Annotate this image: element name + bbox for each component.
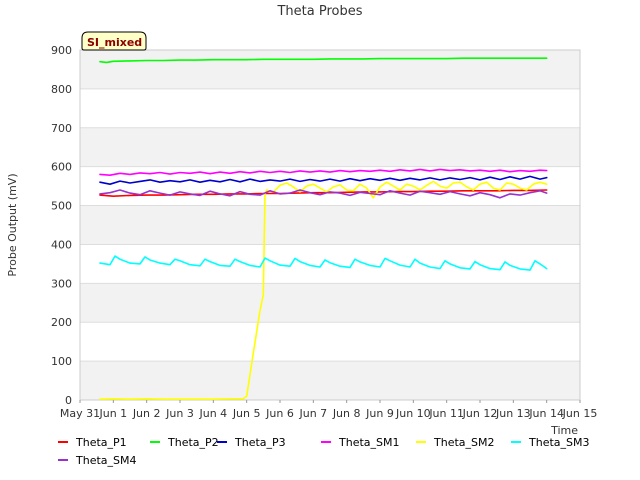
legend-item: Theta_P2 <box>150 436 219 449</box>
x-tick-label: Jun 3 <box>165 407 194 420</box>
legend-label: Theta_P1 <box>75 436 127 449</box>
legend-item: Theta_SM4 <box>58 454 136 467</box>
y-tick-label: 300 <box>51 277 72 290</box>
x-tick-label: Jun 13 <box>495 407 531 420</box>
plot-band <box>80 205 580 245</box>
x-tick-label: Jun 15 <box>562 407 598 420</box>
plot-band <box>80 244 580 284</box>
legend-item: Theta_SM3 <box>511 436 589 449</box>
x-tick-label: Jun 5 <box>232 407 261 420</box>
x-tick-label: Jun 14 <box>528 407 564 420</box>
y-tick-label: 200 <box>51 316 72 329</box>
y-tick-label: 800 <box>51 83 72 96</box>
x-tick-label: Jun 9 <box>365 407 394 420</box>
y-tick-label: 100 <box>51 355 72 368</box>
x-axis: May 31 Jun 1 Jun 2 Jun 3 Jun 4 Jun 5 Jun 6 Jun … <box>60 400 597 420</box>
plot-band <box>80 50 580 89</box>
y-tick-label: 500 <box>51 200 72 213</box>
x-tick-label: Jun 7 <box>298 407 327 420</box>
chart-title: Theta Probes <box>276 4 362 19</box>
legend-label: Theta_SM2 <box>433 436 494 449</box>
x-tick-label: Jun 10 <box>395 407 431 420</box>
y-tick-label: 700 <box>51 122 72 135</box>
legend-item: Theta_SM1 <box>321 436 399 449</box>
y-tick-label: 0 <box>65 394 72 407</box>
legend-item: Theta_P3 <box>217 436 286 449</box>
legend-label: Theta_SM1 <box>338 436 399 449</box>
x-tick-label: Jun 12 <box>462 407 498 420</box>
y-axis: 0 100 200 300 400 500 600 700 800 900 <box>51 44 72 407</box>
legend-item: Theta_P1 <box>58 436 127 449</box>
legend: Theta_P1 Theta_P2 Theta_P3 Theta_SM1 Theta_S… <box>58 436 589 467</box>
y-axis-label: Probe Output (mV) <box>6 173 19 276</box>
plot-band <box>80 88 580 128</box>
x-tick-label: Jun 1 <box>98 407 127 420</box>
legend-label: Theta_P2 <box>167 436 219 449</box>
x-tick-label: Jun 6 <box>265 407 294 420</box>
badge: SI_mixed <box>81 31 147 51</box>
x-tick-label: May 31 <box>60 407 100 420</box>
plot-band <box>80 283 580 323</box>
legend-item: Theta_SM2 <box>416 436 494 449</box>
y-tick-label: 900 <box>51 44 72 57</box>
y-tick-label: 600 <box>51 161 72 174</box>
y-tick-label: 400 <box>51 238 72 251</box>
x-tick-label: Jun 11 <box>428 407 464 420</box>
line-chart: Theta Probes 0 100 200 300 400 500 600 700 800 90… <box>6 4 597 467</box>
x-tick-label: Jun 8 <box>332 407 361 420</box>
x-tick-label: Jun 2 <box>132 407 161 420</box>
plot-band <box>80 361 580 400</box>
badge-label: SI_mixed <box>87 36 142 49</box>
plot-background <box>80 50 580 400</box>
legend-label: Theta_SM3 <box>528 436 589 449</box>
plot-band <box>80 322 580 362</box>
plot-band <box>80 127 580 167</box>
legend-label: Theta_P3 <box>234 436 286 449</box>
legend-label: Theta_SM4 <box>75 454 136 467</box>
x-tick-label: Jun 4 <box>198 407 227 420</box>
